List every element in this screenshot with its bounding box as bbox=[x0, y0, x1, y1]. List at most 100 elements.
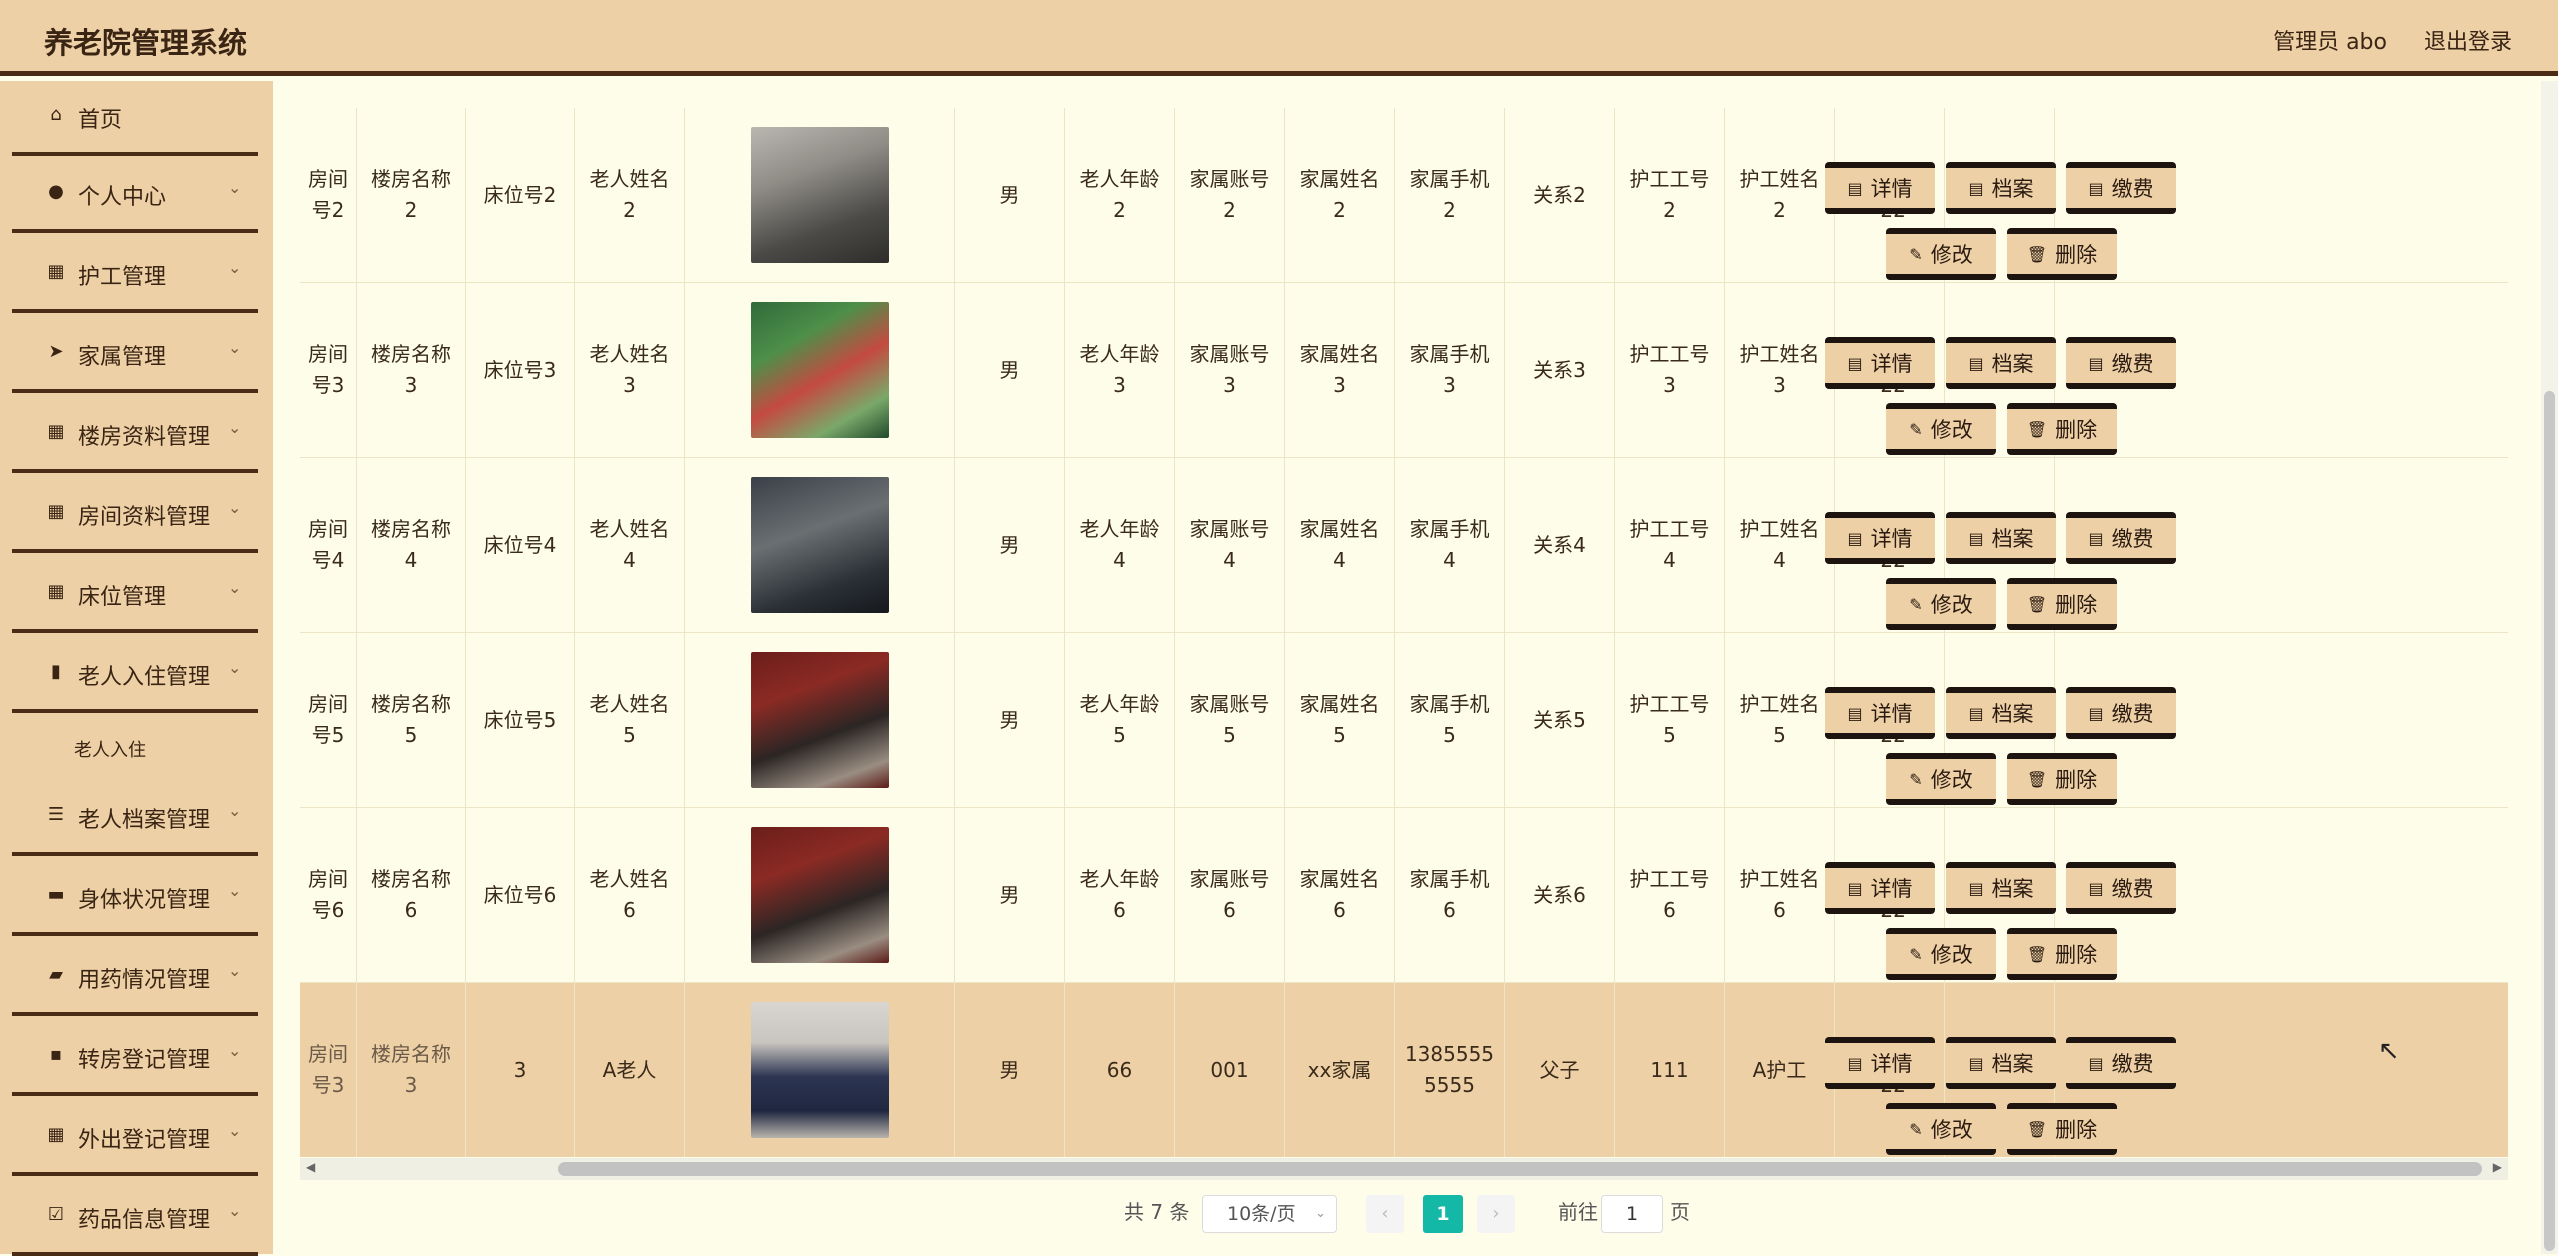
button-label: 详情 bbox=[1870, 702, 1913, 726]
trash-icon: 🗑 bbox=[2026, 594, 2048, 614]
cell-elder: 老人姓名 4 bbox=[575, 458, 685, 632]
document-icon: ▤ bbox=[1847, 1053, 1863, 1073]
total-count: 共 7 条 bbox=[1124, 1200, 1190, 1224]
archive-button[interactable]: ▤ 档案 bbox=[1946, 1037, 2056, 1089]
horizontal-scrollbar[interactable]: ◀ ▶ bbox=[300, 1158, 2508, 1180]
detail-button[interactable]: ▤ 详情 bbox=[1825, 512, 1935, 564]
detail-button[interactable]: ▤ 详情 bbox=[1825, 162, 1935, 214]
archive-button[interactable]: ▤ 档案 bbox=[1946, 512, 2056, 564]
pay-button[interactable]: ▤ 缴费 bbox=[2066, 687, 2176, 739]
cell-text: 护工工号 4 bbox=[1629, 517, 1710, 572]
cell-acct: 001 bbox=[1175, 983, 1285, 1157]
cell-text: 护工姓名 3 bbox=[1739, 342, 1820, 397]
detail-button[interactable]: ▤ 详情 bbox=[1825, 862, 1935, 914]
sidebar-item-3[interactable]: ➤ 家属管理 ⌄ bbox=[12, 318, 258, 393]
page-number-1[interactable]: 1 bbox=[1423, 1195, 1463, 1233]
table-row: 房间号6 楼房名称 6 床位号6 老人姓名 6 男 老人年龄 6 家属账号 6 家属姓名 6 家… bbox=[300, 808, 2508, 983]
trash-icon: 🗑 bbox=[2026, 1119, 2048, 1139]
detail-button[interactable]: ▤ 详情 bbox=[1825, 1037, 1935, 1089]
sidebar-item-9[interactable]: ▬ 身体状况管理 ⌄ bbox=[12, 861, 258, 936]
submenu-item-elder-checkin[interactable]: 老人入住 bbox=[74, 736, 146, 762]
prev-page-button[interactable]: ‹ bbox=[1366, 1195, 1404, 1233]
goto-page-input[interactable]: 1 bbox=[1601, 1195, 1663, 1233]
cell-photo bbox=[685, 633, 955, 807]
chart-icon: ▮ bbox=[51, 661, 61, 682]
cell-text: 家属姓名 4 bbox=[1299, 517, 1380, 572]
sidebar-item-10[interactable]: ▰ 用药情况管理 ⌄ bbox=[12, 941, 258, 1016]
cell-worker_name: 护工姓名 5 bbox=[1725, 633, 1835, 807]
cell-text: A老人 bbox=[602, 1057, 657, 1082]
sidebar-item-2[interactable]: ▦ 护工管理 ⌄ bbox=[12, 238, 258, 313]
button-label: 删除 bbox=[2055, 943, 2098, 967]
cell-text: A护工 bbox=[1752, 1057, 1807, 1082]
edit-button[interactable]: ✎ 修改 bbox=[1886, 753, 1996, 805]
archive-button[interactable]: ▤ 档案 bbox=[1946, 862, 2056, 914]
sidebar: ⌂ 首页 ● 个人中心 ⌄ ▦ 护工管理 ⌄ ➤ 家属管理 ⌄ ▦ 楼房资料管理 ⌄ ▦ 房间资料管理 ⌄ ▦ 床位… bbox=[0, 81, 273, 1256]
edit-button[interactable]: ✎ 修改 bbox=[1886, 228, 1996, 280]
vertical-scrollbar[interactable] bbox=[2541, 81, 2558, 1254]
button-label: 档案 bbox=[1991, 877, 2034, 901]
edit-button[interactable]: ✎ 修改 bbox=[1886, 928, 1996, 980]
trash-icon: 🗑 bbox=[2026, 419, 2048, 439]
button-label: 缴费 bbox=[2111, 877, 2154, 901]
pay-button[interactable]: ▤ 缴费 bbox=[2066, 512, 2176, 564]
horizontal-scroll-thumb[interactable] bbox=[558, 1162, 2482, 1176]
table-row: 房间号3 楼房名称 3 床位号3 老人姓名 3 男 老人年龄 3 家属账号 3 家属姓名 3 家… bbox=[300, 283, 2508, 458]
scroll-left-icon[interactable]: ◀ bbox=[306, 1160, 315, 1174]
button-label: 档案 bbox=[1991, 1052, 2034, 1076]
page-size-value: 10条/页 bbox=[1227, 1203, 1296, 1225]
delete-button[interactable]: 🗑 删除 bbox=[2007, 1103, 2117, 1155]
delete-button[interactable]: 🗑 删除 bbox=[2007, 403, 2117, 455]
sidebar-item-11[interactable]: ▪ 转房登记管理 ⌄ bbox=[12, 1021, 258, 1096]
sidebar-item-7[interactable]: ▮ 老人入住管理 ⌄ bbox=[12, 638, 258, 713]
delete-button[interactable]: 🗑 删除 bbox=[2007, 753, 2117, 805]
button-label: 修改 bbox=[1930, 768, 1973, 792]
archive-button[interactable]: ▤ 档案 bbox=[1946, 337, 2056, 389]
cell-gender: 男 bbox=[955, 633, 1065, 807]
app-title: 养老院管理系统 bbox=[44, 26, 248, 60]
sidebar-item-5[interactable]: ▦ 房间资料管理 ⌄ bbox=[12, 478, 258, 553]
cell-text: 老人姓名 3 bbox=[589, 342, 670, 397]
detail-button[interactable]: ▤ 详情 bbox=[1825, 337, 1935, 389]
pay-button[interactable]: ▤ 缴费 bbox=[2066, 862, 2176, 914]
cell-gender: 男 bbox=[955, 108, 1065, 282]
detail-button[interactable]: ▤ 详情 bbox=[1825, 687, 1935, 739]
sidebar-item-label: 楼房资料管理 bbox=[78, 425, 211, 450]
delete-button[interactable]: 🗑 删除 bbox=[2007, 228, 2117, 280]
sidebar-item-8[interactable]: ☰ 老人档案管理 ⌄ bbox=[12, 781, 258, 856]
logout-link[interactable]: 退出登录 bbox=[2424, 30, 2512, 55]
sidebar-item-4[interactable]: ▦ 楼房资料管理 ⌄ bbox=[12, 398, 258, 473]
page-size-select[interactable]: 10条/页 ⌄ bbox=[1202, 1195, 1337, 1233]
delete-button[interactable]: 🗑 删除 bbox=[2007, 578, 2117, 630]
sidebar-item-label: 护工管理 bbox=[78, 265, 167, 290]
goto-suffix: 页 bbox=[1670, 1200, 1690, 1224]
cell-phone: 家属手机 3 bbox=[1395, 283, 1505, 457]
header-right: 管理员 abo 退出登录 bbox=[2243, 24, 2512, 56]
delete-button[interactable]: 🗑 删除 bbox=[2007, 928, 2117, 980]
pay-button[interactable]: ▤ 缴费 bbox=[2066, 337, 2176, 389]
cell-text: 楼房名称 2 bbox=[371, 167, 451, 222]
next-page-button[interactable]: › bbox=[1477, 1195, 1515, 1233]
vertical-scroll-thumb[interactable] bbox=[2544, 391, 2555, 1251]
edit-button[interactable]: ✎ 修改 bbox=[1886, 1103, 1996, 1155]
chevron-down-icon: ⌄ bbox=[228, 881, 242, 900]
button-label: 缴费 bbox=[2111, 527, 2154, 551]
cell-text: 护工姓名 5 bbox=[1739, 692, 1820, 747]
archive-button[interactable]: ▤ 档案 bbox=[1946, 687, 2056, 739]
cell-age: 66 bbox=[1065, 983, 1175, 1157]
pay-button[interactable]: ▤ 缴费 bbox=[2066, 1037, 2176, 1089]
pay-button[interactable]: ▤ 缴费 bbox=[2066, 162, 2176, 214]
sidebar-item-label: 房间资料管理 bbox=[78, 505, 211, 530]
document-icon: ▤ bbox=[1847, 878, 1863, 898]
sidebar-item-6[interactable]: ▦ 床位管理 ⌄ bbox=[12, 558, 258, 633]
sidebar-item-12[interactable]: ▦ 外出登记管理 ⌄ bbox=[12, 1101, 258, 1176]
edit-button[interactable]: ✎ 修改 bbox=[1886, 403, 1996, 455]
cell-building: 楼房名称 3 bbox=[357, 283, 466, 457]
sidebar-item-1[interactable]: ● 个人中心 ⌄ bbox=[12, 158, 258, 233]
scroll-right-icon[interactable]: ▶ bbox=[2493, 1160, 2502, 1174]
edit-button[interactable]: ✎ 修改 bbox=[1886, 578, 1996, 630]
cell-worker_no: 护工工号 3 bbox=[1615, 283, 1725, 457]
cell-phone: 家属手机 4 bbox=[1395, 458, 1505, 632]
sidebar-item-0[interactable]: ⌂ 首页 bbox=[12, 81, 258, 156]
archive-button[interactable]: ▤ 档案 bbox=[1946, 162, 2056, 214]
